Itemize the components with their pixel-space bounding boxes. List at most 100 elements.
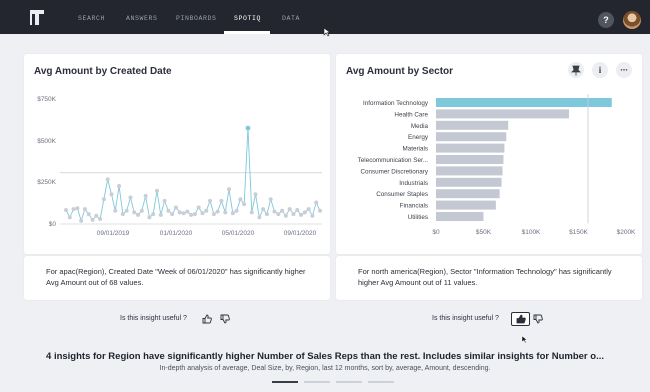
data-point [177, 210, 182, 215]
data-point [287, 207, 292, 212]
category-label: Consumer Staples [376, 191, 428, 198]
data-point [90, 217, 95, 222]
data-point [208, 198, 213, 203]
series-line [65, 128, 321, 223]
nav-item-search[interactable]: SEARCH [78, 15, 105, 22]
bar [436, 177, 502, 187]
left-feedback-label: Is this insight useful ? [120, 315, 187, 322]
data-point [253, 192, 258, 197]
bar [436, 155, 504, 164]
right-insight-text: For north america(Region), Sector "Infor… [358, 267, 612, 287]
data-point [257, 215, 262, 220]
data-point [306, 207, 311, 212]
data-point [272, 209, 277, 214]
pager-dot[interactable] [272, 381, 298, 383]
left-chart-card: Avg Amount by Created Date $750K $500K $… [24, 54, 330, 254]
data-point [120, 212, 125, 217]
data-point [94, 213, 99, 218]
data-point [215, 209, 220, 214]
pager-dot[interactable] [336, 381, 362, 383]
data-point [166, 208, 171, 213]
thumbs-up-selected-button[interactable] [511, 312, 530, 326]
data-point [192, 212, 197, 217]
data-point [268, 197, 273, 202]
data-point [219, 198, 224, 203]
data-point [181, 211, 186, 216]
data-point [79, 218, 84, 223]
help-button[interactable]: ? [598, 12, 614, 28]
data-point [147, 215, 152, 220]
x-tick-label: $50K [476, 229, 492, 236]
data-point [132, 210, 137, 215]
data-point [249, 210, 254, 215]
data-point [98, 217, 103, 222]
thumbs-down-icon[interactable] [533, 314, 543, 324]
nav-item-spotiq[interactable]: SPOTIQ [234, 15, 261, 22]
data-point [196, 205, 201, 210]
insight-summary-description: In-depth analysis of average, Deal Size,… [159, 365, 491, 372]
bar [436, 132, 507, 142]
nav-item-data[interactable]: DATA [282, 15, 300, 22]
mouse-cursor-icon [323, 27, 331, 37]
right-feedback-label: Is this insight useful ? [432, 315, 499, 322]
data-point [71, 207, 76, 212]
bar [436, 166, 503, 176]
category-label: Utilities [408, 214, 428, 221]
x-tick-label: $200K [617, 229, 636, 236]
data-point [82, 207, 87, 212]
data-point [101, 197, 106, 202]
pager-dot[interactable] [368, 381, 394, 383]
data-point [162, 198, 167, 203]
user-avatar[interactable] [623, 11, 641, 29]
data-point [299, 212, 304, 217]
data-point [139, 208, 144, 213]
nav-item-pinboards[interactable]: PINBOARDS [176, 15, 217, 22]
data-point [242, 202, 247, 207]
data-point [310, 213, 315, 218]
data-point [223, 210, 228, 215]
data-point [170, 212, 175, 217]
data-point [261, 207, 266, 212]
bar [436, 143, 505, 153]
active-tab-indicator [224, 31, 270, 34]
category-label: Industrials [399, 180, 428, 187]
bar [436, 189, 500, 199]
data-point [291, 212, 296, 217]
thumbs-up-icon [516, 314, 526, 324]
line-chart [60, 125, 322, 225]
data-point [158, 212, 163, 217]
data-point [173, 205, 178, 210]
thumbs-down-icon[interactable] [220, 314, 230, 324]
data-point [295, 207, 300, 212]
left-insight-card: For apac(Region), Created Date "Week of … [24, 256, 330, 300]
data-point [86, 212, 91, 217]
data-point [124, 208, 129, 213]
data-point [185, 209, 190, 214]
data-point [117, 183, 122, 188]
data-point [238, 197, 243, 202]
data-point [302, 210, 307, 215]
category-label: Financials [400, 203, 428, 210]
data-point [227, 187, 232, 192]
data-point [314, 200, 319, 205]
category-label: Energy [408, 134, 429, 141]
data-point [211, 212, 216, 217]
bar [436, 98, 612, 107]
data-point [128, 195, 133, 200]
data-point [234, 208, 239, 213]
data-point [204, 208, 209, 213]
category-label: Telecommunication Ser... [358, 157, 429, 164]
nav-item-answers[interactable]: ANSWERS [126, 15, 158, 22]
mouse-cursor-icon [521, 335, 528, 344]
pager-dot[interactable] [304, 381, 330, 383]
category-label: Media [411, 123, 429, 130]
thumbs-up-icon[interactable] [202, 314, 212, 324]
data-point [109, 192, 114, 197]
data-point [280, 208, 285, 213]
category-label: Consumer Discretionary [360, 168, 428, 175]
bar-chart: Information Technology Health Care Media En… [358, 94, 636, 236]
highlighted-data-point [245, 125, 251, 131]
insight-summary-headline: 4 insights for Region have significantly… [46, 351, 604, 362]
thoughtspot-logo-icon[interactable] [30, 10, 44, 25]
data-point [64, 207, 68, 212]
